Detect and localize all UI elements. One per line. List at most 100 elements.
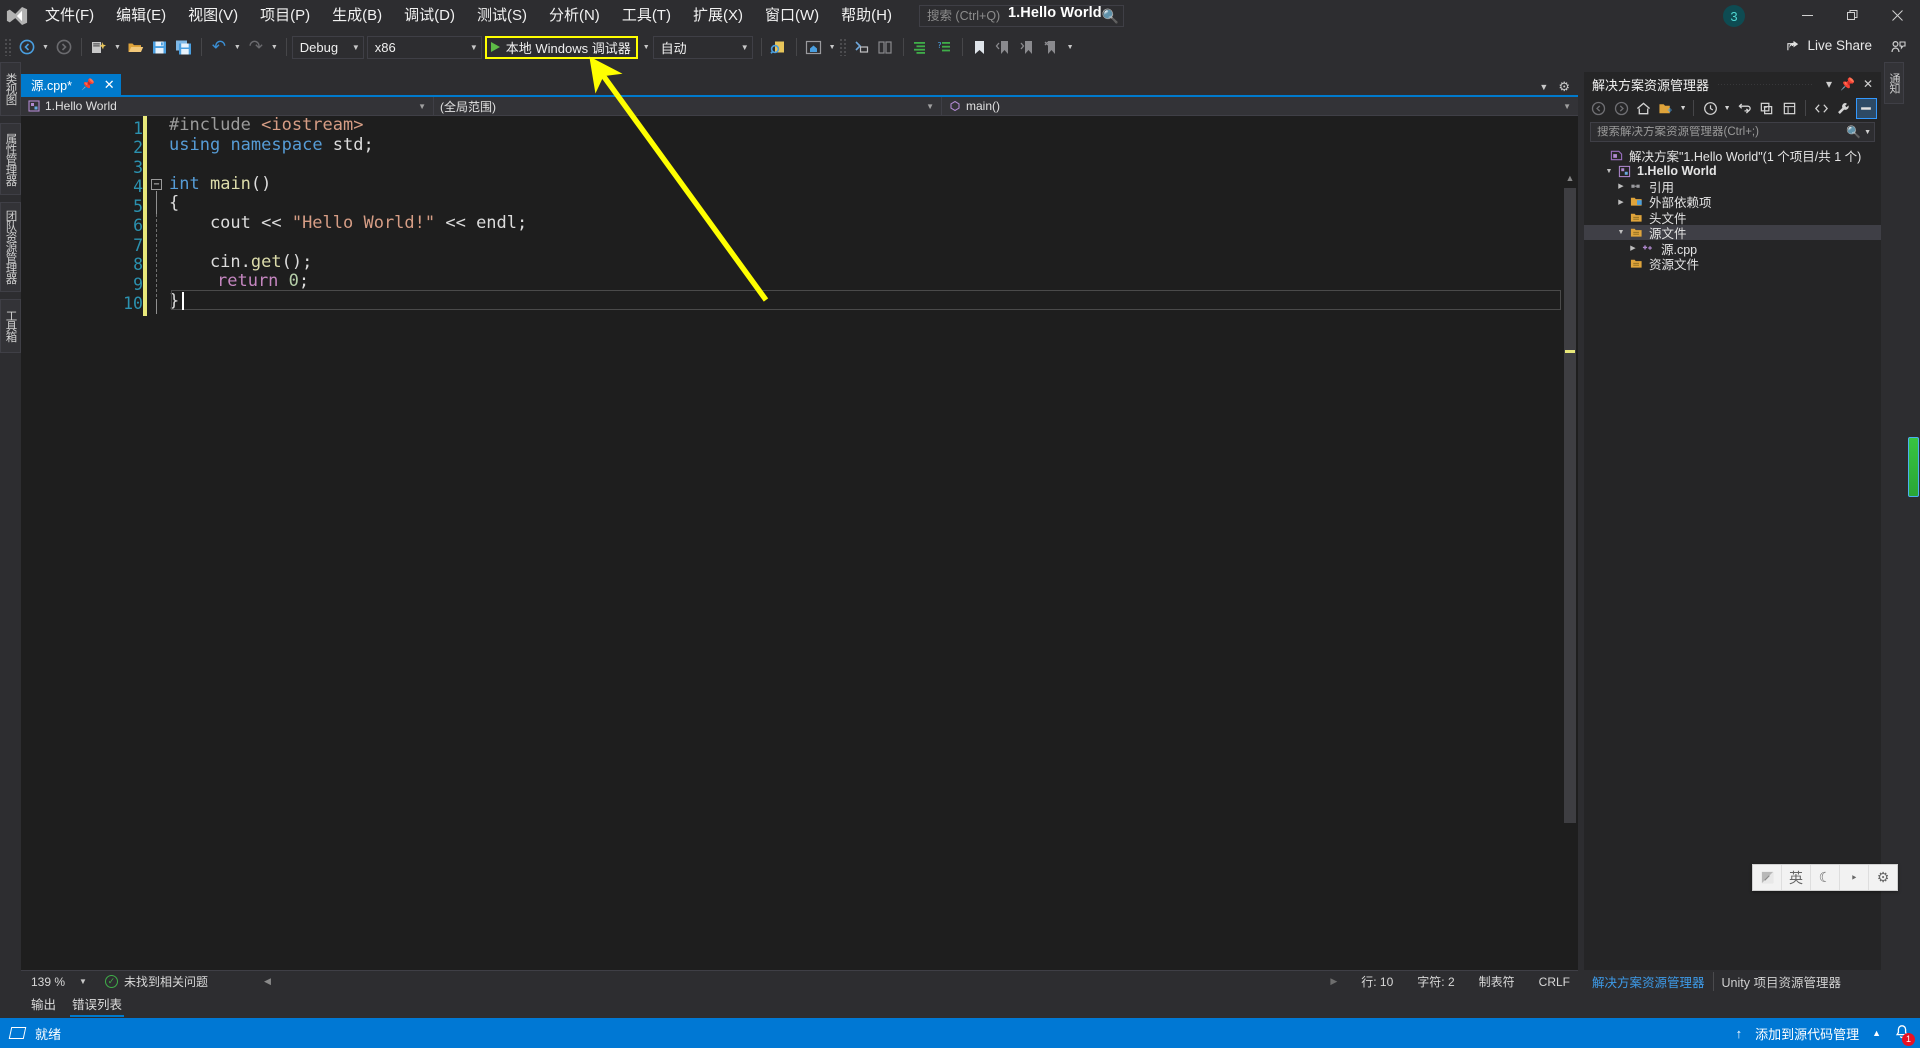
code-editor-surface[interactable]: 1 2 3 4 5 6 7 8 9 10 − #include <iostrea… <box>21 116 1578 970</box>
menu-item-extensions[interactable]: 扩展(X) <box>682 1 754 31</box>
tree-node-resource-files[interactable]: 资源文件 <box>1584 256 1881 272</box>
nav-member-combo[interactable]: main() ▼ <box>942 97 1578 116</box>
solution-platform-combo[interactable]: x86 ▼ <box>366 35 482 59</box>
close-icon[interactable]: ✕ <box>1859 77 1877 91</box>
tree-node-project[interactable]: ▼ 1.Hello World <box>1584 163 1881 178</box>
redo-dropdown-icon[interactable]: ▼ <box>268 44 281 51</box>
tree-node-source-files[interactable]: ▼ 源文件 <box>1584 224 1881 241</box>
twisty-collapsed-icon[interactable]: ▶ <box>1614 198 1628 206</box>
nav-project-combo[interactable]: 1.Hello World ▼ <box>21 96 434 116</box>
redo-button[interactable]: ↷ <box>244 35 268 59</box>
properties-icon[interactable] <box>1778 98 1799 119</box>
search-options-icon[interactable]: ▼ <box>1861 129 1871 136</box>
tree-node-source-cpp[interactable]: ▶ 源.cpp <box>1584 240 1881 257</box>
add-to-source-control-label[interactable]: 添加到源代码管理 <box>1755 1024 1859 1043</box>
menu-item-help[interactable]: 帮助(H) <box>830 1 903 31</box>
previous-bookmark-icon[interactable] <box>992 35 1016 59</box>
twisty-expanded-icon[interactable]: ▼ <box>1602 168 1616 175</box>
undo-button[interactable]: ↶ <box>207 35 231 59</box>
navigate-backward-button[interactable] <box>15 35 39 59</box>
forward-icon[interactable] <box>1610 98 1631 119</box>
nav-scope-combo[interactable]: (全局范围) ▼ <box>434 96 942 116</box>
toggle-bookmark-icon[interactable] <box>968 35 992 59</box>
tab-unity-project-explorer[interactable]: Unity 项目资源管理器 <box>1714 972 1849 991</box>
next-bookmark-icon[interactable] <box>1016 35 1040 59</box>
show-all-files-dropdown-icon[interactable]: ▼ <box>1678 98 1689 119</box>
sidebar-item-notifications[interactable]: 通知 <box>1884 62 1904 104</box>
twisty-collapsed-icon[interactable]: ▶ <box>1626 244 1640 252</box>
menu-item-tools[interactable]: 工具(T) <box>611 1 682 31</box>
new-project-icon[interactable] <box>87 35 111 59</box>
account-badge[interactable]: 3 <box>1723 5 1745 27</box>
scrollbar-thumb[interactable] <box>1564 188 1576 823</box>
tab-error-list[interactable]: 错误列表 <box>70 994 125 1017</box>
chevron-up-icon[interactable]: ▲ <box>1872 1028 1881 1038</box>
pin-icon[interactable]: 📌 <box>81 78 95 91</box>
toggle-comment-icon[interactable] <box>850 35 874 59</box>
save-icon[interactable] <box>148 35 172 59</box>
comment-selection-icon[interactable] <box>909 35 933 59</box>
navigate-backward-dropdown-icon[interactable]: ▼ <box>39 44 52 51</box>
ime-mode-icon[interactable] <box>1753 865 1782 890</box>
start-debugging-button[interactable]: 本地 Windows 调试器 <box>484 35 638 59</box>
toolbar-overflow-icon[interactable]: ▼ <box>1064 44 1077 51</box>
sidebar-item-class-view[interactable]: 类视图 <box>0 62 21 116</box>
uncomment-selection-icon[interactable]: ? <box>933 35 957 59</box>
toolbar-grip[interactable] <box>838 38 848 56</box>
menu-item-file[interactable]: 文件(F) <box>34 1 105 31</box>
properties-window-icon[interactable] <box>1833 98 1854 119</box>
start-debugging-dropdown-icon[interactable]: ▼ <box>640 44 653 51</box>
twisty-expanded-icon[interactable]: ▼ <box>1614 229 1628 236</box>
solution-explorer-search-input[interactable] <box>1597 126 1847 138</box>
menu-item-window[interactable]: 窗口(W) <box>754 1 830 31</box>
tab-solution-explorer[interactable]: 解决方案资源管理器 <box>1584 971 1714 991</box>
attach-mode-combo[interactable]: 自动 ▼ <box>652 35 753 59</box>
collapse-region-icon[interactable]: − <box>151 179 162 190</box>
feedback-icon[interactable] <box>1890 39 1906 60</box>
back-icon[interactable] <box>1588 98 1609 119</box>
collapse-all-icon[interactable] <box>1756 98 1777 119</box>
preview-selected-items-icon[interactable] <box>1855 97 1878 119</box>
notifications-bell-icon[interactable]: 1 <box>1894 1024 1915 1046</box>
search-icon[interactable]: 🔍 <box>1846 125 1861 139</box>
sidebar-item-team-explorer[interactable]: 团队资源管理器 <box>0 202 21 292</box>
punctuation-icon[interactable]: ‣ <box>1840 865 1869 890</box>
active-files-dropdown-icon[interactable]: ▼ <box>1539 82 1548 92</box>
tree-node-header-files[interactable]: 头文件 <box>1584 210 1881 226</box>
line-ending-indicator[interactable]: CRLF <box>1539 975 1570 989</box>
menu-item-view[interactable]: 视图(V) <box>177 1 249 31</box>
show-all-files-icon[interactable] <box>1655 98 1676 119</box>
home-icon[interactable] <box>1633 98 1654 119</box>
tree-node-external-dependencies[interactable]: ▶ 外部依赖项 <box>1584 194 1881 210</box>
minimize-button[interactable] <box>1785 0 1830 30</box>
horizontal-scroll-left-icon[interactable]: ◀ <box>264 976 271 987</box>
new-project-dropdown-icon[interactable]: ▼ <box>111 44 124 51</box>
window-menu-icon[interactable]: ▾ <box>1822 77 1836 91</box>
menu-item-debug[interactable]: 调试(D) <box>393 1 466 31</box>
gear-icon[interactable]: ⚙ <box>1869 865 1897 890</box>
twisty-collapsed-icon[interactable]: ▶ <box>1614 182 1628 190</box>
tree-node-references[interactable]: ▶ 引用 <box>1584 179 1881 195</box>
solution-configuration-combo[interactable]: Debug ▼ <box>291 35 364 59</box>
pending-changes-icon[interactable] <box>1699 98 1720 119</box>
moon-icon[interactable]: ☾ <box>1811 865 1840 890</box>
sidebar-item-property-manager[interactable]: 属性管理器 <box>0 123 21 195</box>
menu-item-project[interactable]: 项目(P) <box>249 1 321 31</box>
indent-mode-indicator[interactable]: 制表符 <box>1479 973 1515 990</box>
zoom-level-combo[interactable]: 139 % ▼ <box>21 975 95 989</box>
pending-changes-dropdown-icon[interactable]: ▼ <box>1722 98 1733 119</box>
tab-well-options-icon[interactable]: ⚙ <box>1558 79 1570 95</box>
scroll-up-icon[interactable]: ▲ <box>1562 170 1578 186</box>
horizontal-scroll-right-icon[interactable]: ▶ <box>1330 976 1337 987</box>
find-in-files-icon[interactable] <box>767 35 791 59</box>
menu-item-analyze[interactable]: 分析(N) <box>538 1 611 31</box>
menu-item-build[interactable]: 生成(B) <box>321 1 393 31</box>
issues-indicator[interactable]: ✓ 未找到相关问题 <box>104 973 208 990</box>
solution-explorer-dropdown-icon[interactable]: ▼ <box>826 44 839 51</box>
document-tab-source-cpp[interactable]: 源.cpp* 📌 ✕ <box>21 74 121 95</box>
navigate-forward-button[interactable] <box>52 35 76 59</box>
clear-bookmarks-icon[interactable] <box>1040 35 1064 59</box>
tab-output[interactable]: 输出 <box>31 994 56 1013</box>
sidebar-item-toolbox[interactable]: 工具箱 <box>0 299 21 353</box>
pin-icon[interactable]: 📌 <box>1836 77 1859 91</box>
